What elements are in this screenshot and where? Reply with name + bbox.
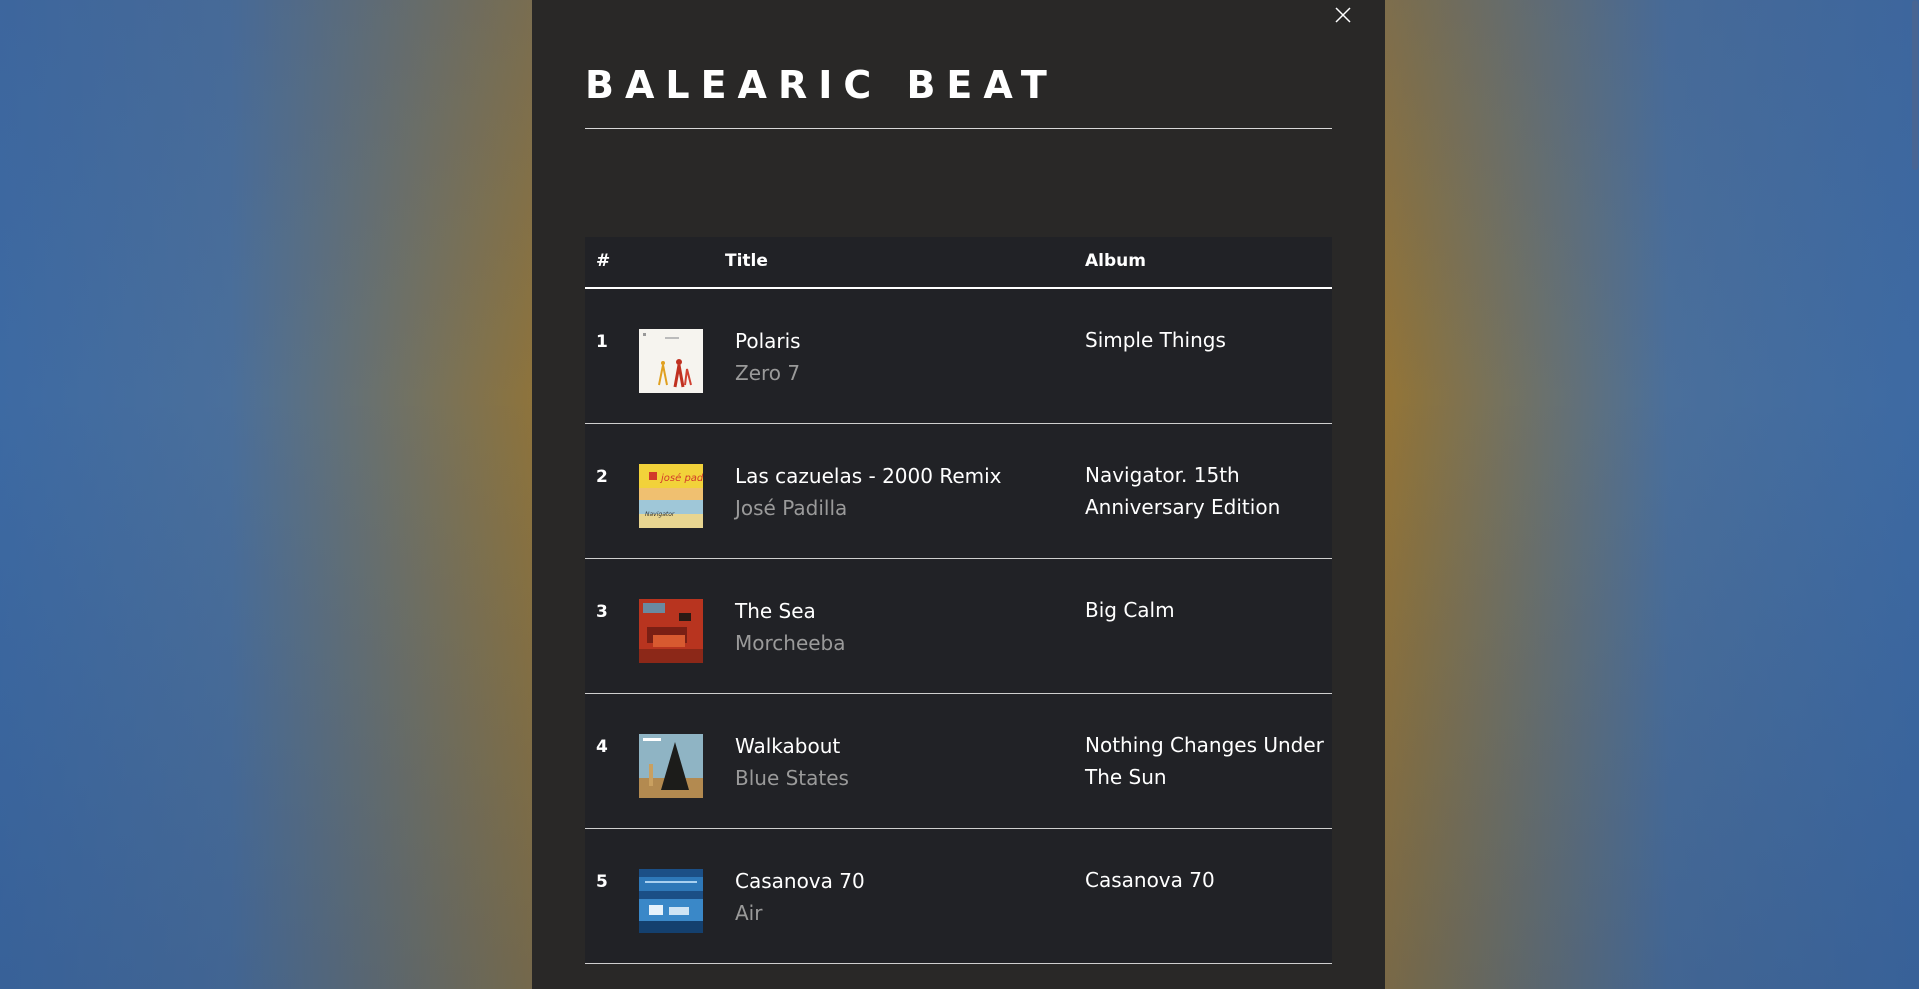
track-title[interactable]: Polaris [735, 329, 801, 353]
track-album[interactable]: Simple Things [1085, 324, 1325, 356]
track-artist[interactable]: Blue States [735, 766, 849, 790]
track-number: 4 [596, 737, 608, 757]
album-cover: josé padilla Navigator [639, 464, 703, 528]
track-title[interactable]: The Sea [735, 599, 816, 623]
svg-text:Navigator: Navigator [645, 511, 675, 518]
track-title[interactable]: Las cazuelas - 2000 Remix [735, 464, 1002, 488]
track-album[interactable]: Nothing Changes Under The Sun [1085, 729, 1325, 793]
track-row[interactable]: 2 josé padilla Navigator Las cazuelas - … [585, 424, 1332, 559]
column-header-number: # [596, 251, 611, 271]
svg-text:josé padilla: josé padilla [659, 472, 703, 484]
track-artist[interactable]: Morcheeba [735, 631, 846, 655]
album-cover [639, 599, 703, 663]
track-album[interactable]: Casanova 70 [1085, 864, 1325, 896]
column-header-album[interactable]: Album [1085, 251, 1146, 271]
close-button[interactable] [1331, 3, 1355, 27]
track-number: 2 [596, 467, 608, 487]
track-row[interactable]: 1 Polaris Zero 7 Simple Things [585, 289, 1332, 424]
track-row[interactable]: 5 Casanova 70 Air Casanova 70 [585, 829, 1332, 964]
scrollbar-thumb[interactable] [1912, 0, 1918, 170]
track-album[interactable]: Big Calm [1085, 594, 1325, 626]
album-cover [639, 734, 703, 798]
track-row[interactable]: 3 The Sea Morcheeba Big Calm [585, 559, 1332, 694]
track-title[interactable]: Walkabout [735, 734, 840, 758]
track-title[interactable]: Casanova 70 [735, 869, 865, 893]
track-artist[interactable]: Air [735, 901, 762, 925]
album-cover [639, 869, 703, 933]
playlist-title: BALEARIC BEAT [585, 63, 1058, 107]
title-divider [585, 128, 1332, 129]
track-number: 5 [596, 872, 608, 892]
track-table: # Title Album 1 Polaris Zero 7 Simple Th… [585, 237, 1332, 964]
track-number: 1 [596, 332, 608, 352]
track-artist[interactable]: Zero 7 [735, 361, 800, 385]
close-icon [1335, 7, 1351, 23]
track-row[interactable]: 4 Walkabout Blue States Nothing Changes … [585, 694, 1332, 829]
track-number: 3 [596, 602, 608, 622]
album-cover [639, 329, 703, 393]
page-scrollbar[interactable] [1910, 0, 1919, 989]
table-header: # Title Album [585, 237, 1332, 289]
track-artist[interactable]: José Padilla [735, 496, 847, 520]
column-header-title[interactable]: Title [725, 251, 768, 271]
track-album[interactable]: Navigator. 15th Anniversary Edition [1085, 459, 1325, 523]
